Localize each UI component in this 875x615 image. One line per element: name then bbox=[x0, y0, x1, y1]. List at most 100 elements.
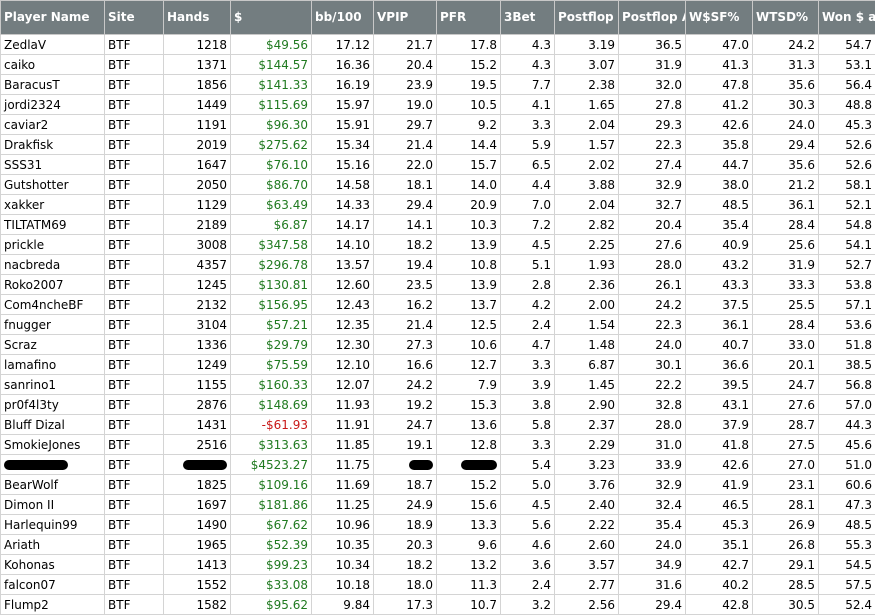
cell-wtsd-pct: 28.4 bbox=[753, 315, 819, 335]
cell-site: BTF bbox=[105, 515, 164, 535]
cell-pfr: 13.7 bbox=[437, 295, 501, 315]
table-row[interactable]: BaracusTBTF1856$141.3316.1923.919.57.72.… bbox=[1, 75, 875, 95]
table-row[interactable]: BearWolfBTF1825$109.1611.6918.715.25.03.… bbox=[1, 475, 875, 495]
table-row[interactable]: sanrino1BTF1155$160.3312.0724.27.93.91.4… bbox=[1, 375, 875, 395]
table-row[interactable]: prickleBTF3008$347.5814.1018.213.94.52.2… bbox=[1, 235, 875, 255]
column-header-postflop-agg[interactable]: Postflop Agg bbox=[555, 1, 619, 35]
cell-player-name: BaracusT bbox=[1, 75, 105, 95]
cell-postflop-agg: 6.87 bbox=[555, 355, 619, 375]
column-header-bb-per-100[interactable]: bb/100 bbox=[312, 1, 374, 35]
column-header-hands[interactable]: Hands bbox=[164, 1, 231, 35]
cell-postflop-agg-pct: 27.6 bbox=[619, 235, 686, 255]
cell-wtsd-pct: 30.3 bbox=[753, 95, 819, 115]
cell-postflop-agg-pct: 32.9 bbox=[619, 175, 686, 195]
table-row[interactable]: SSS31BTF1647$76.1015.1622.015.76.52.0227… bbox=[1, 155, 875, 175]
column-header-wtsd-pct[interactable]: WTSD% bbox=[753, 1, 819, 35]
cell-wsf-pct: 39.5 bbox=[686, 375, 753, 395]
cell-site: BTF bbox=[105, 215, 164, 235]
cell-won-at-sd: 53.1 bbox=[819, 55, 875, 75]
column-header-wsf-pct[interactable]: W$SF% bbox=[686, 1, 753, 35]
cell-wtsd-pct: 25.6 bbox=[753, 235, 819, 255]
cell-pfr: 11.3 bbox=[437, 575, 501, 595]
table-row[interactable]: caikoBTF1371$144.5716.3620.415.24.33.073… bbox=[1, 55, 875, 75]
table-row[interactable]: AriathBTF1965$52.3910.3520.39.64.62.6024… bbox=[1, 535, 875, 555]
table-row[interactable]: BTF$4523.2711.755.43.2333.942.627.051.0 bbox=[1, 455, 875, 475]
cell-hands: 2132 bbox=[164, 295, 231, 315]
cell-vpip: 24.9 bbox=[374, 495, 437, 515]
cell-hands: 1825 bbox=[164, 475, 231, 495]
cell-postflop-agg-pct: 32.9 bbox=[619, 475, 686, 495]
cell-pfr: 12.5 bbox=[437, 315, 501, 335]
cell-hands: 1191 bbox=[164, 115, 231, 135]
table-row[interactable]: jordi2324BTF1449$115.6915.9719.010.54.11… bbox=[1, 95, 875, 115]
cell-postflop-agg: 2.04 bbox=[555, 195, 619, 215]
table-row[interactable]: xakkerBTF1129$63.4914.3329.420.97.02.043… bbox=[1, 195, 875, 215]
table-row[interactable]: falcon07BTF1552$33.0810.1818.011.32.42.7… bbox=[1, 575, 875, 595]
column-header-3bet[interactable]: 3Bet bbox=[501, 1, 555, 35]
cell-vpip: 18.7 bbox=[374, 475, 437, 495]
table-row[interactable]: ZedlaVBTF1218$49.5617.1221.717.84.33.193… bbox=[1, 35, 875, 55]
cell-pfr: 13.3 bbox=[437, 515, 501, 535]
cell-wsf-pct: 40.9 bbox=[686, 235, 753, 255]
cell-postflop-agg: 2.25 bbox=[555, 235, 619, 255]
table-row[interactable]: pr0f4l3tyBTF2876$148.6911.9319.215.33.82… bbox=[1, 395, 875, 415]
table-row[interactable]: Harlequin99BTF1490$67.6210.9618.913.35.6… bbox=[1, 515, 875, 535]
cell-postflop-agg-pct: 22.3 bbox=[619, 315, 686, 335]
column-header-vpip[interactable]: VPIP bbox=[374, 1, 437, 35]
cell-postflop-agg-pct: 27.8 bbox=[619, 95, 686, 115]
cell-site: BTF bbox=[105, 555, 164, 575]
column-header-site[interactable]: Site bbox=[105, 1, 164, 35]
table-row[interactable]: DrakfiskBTF2019$275.6215.3421.414.45.91.… bbox=[1, 135, 875, 155]
cell-wtsd-pct: 35.6 bbox=[753, 155, 819, 175]
cell-wtsd-pct: 31.9 bbox=[753, 255, 819, 275]
cell-wsf-pct: 47.8 bbox=[686, 75, 753, 95]
cell-site: BTF bbox=[105, 135, 164, 155]
table-row[interactable]: Dimon IIBTF1697$181.8611.2524.915.64.52.… bbox=[1, 495, 875, 515]
table-row[interactable]: KohonasBTF1413$99.2310.3418.213.23.63.57… bbox=[1, 555, 875, 575]
cell-wtsd-pct: 20.1 bbox=[753, 355, 819, 375]
cell-dollars: $313.63 bbox=[231, 435, 312, 455]
cell-wsf-pct: 36.6 bbox=[686, 355, 753, 375]
table-row[interactable]: GutshotterBTF2050$86.7014.5818.114.04.43… bbox=[1, 175, 875, 195]
cell-won-at-sd: 45.3 bbox=[819, 115, 875, 135]
cell-bb-per-100: 11.85 bbox=[312, 435, 374, 455]
table-row[interactable]: Roko2007BTF1245$130.8112.6023.513.92.82.… bbox=[1, 275, 875, 295]
table-row[interactable]: Com4ncheBFBTF2132$156.9512.4316.213.74.2… bbox=[1, 295, 875, 315]
column-header-won-at-sd[interactable]: Won $ at SD bbox=[819, 1, 875, 35]
cell-vpip: 29.7 bbox=[374, 115, 437, 135]
column-header-dollars[interactable]: $ bbox=[231, 1, 312, 35]
cell-vpip: 23.9 bbox=[374, 75, 437, 95]
table-row[interactable]: Bluff DizalBTF1431-$61.9311.9124.713.65.… bbox=[1, 415, 875, 435]
cell-site: BTF bbox=[105, 175, 164, 195]
table-row[interactable]: nacbredaBTF4357$296.7813.5719.410.85.11.… bbox=[1, 255, 875, 275]
table-row[interactable]: caviar2BTF1191$96.3015.9129.79.23.32.042… bbox=[1, 115, 875, 135]
cell-hands: 1856 bbox=[164, 75, 231, 95]
cell-wtsd-pct: 33.3 bbox=[753, 275, 819, 295]
cell-vpip: 21.4 bbox=[374, 315, 437, 335]
cell-dollars: $76.10 bbox=[231, 155, 312, 175]
cell-dollars: $156.95 bbox=[231, 295, 312, 315]
column-header-postflop-agg-pct[interactable]: Postflop Agg% bbox=[619, 1, 686, 35]
cell-bb-per-100: 12.35 bbox=[312, 315, 374, 335]
redacted-mark bbox=[461, 460, 497, 470]
cell-postflop-agg-pct: 32.8 bbox=[619, 395, 686, 415]
table-row[interactable]: SmokieJonesBTF2516$313.6311.8519.112.83.… bbox=[1, 435, 875, 455]
cell-site: BTF bbox=[105, 195, 164, 215]
table-row[interactable]: TILTATM69BTF2189$6.8714.1714.110.37.22.8… bbox=[1, 215, 875, 235]
column-header-pfr[interactable]: PFR bbox=[437, 1, 501, 35]
cell-pfr: 10.6 bbox=[437, 335, 501, 355]
cell-hands: 2516 bbox=[164, 435, 231, 455]
cell-wsf-pct: 41.3 bbox=[686, 55, 753, 75]
cell-site: BTF bbox=[105, 275, 164, 295]
column-header-player-name[interactable]: Player Name bbox=[1, 1, 105, 35]
table-row[interactable]: fnuggerBTF3104$57.2112.3521.412.52.41.54… bbox=[1, 315, 875, 335]
cell-player-name: prickle bbox=[1, 235, 105, 255]
cell-site: BTF bbox=[105, 435, 164, 455]
cell-vpip: 18.0 bbox=[374, 575, 437, 595]
table-row[interactable]: lamafinoBTF1249$75.5912.1016.612.73.36.8… bbox=[1, 355, 875, 375]
cell-site: BTF bbox=[105, 455, 164, 475]
cell-hands: 1336 bbox=[164, 335, 231, 355]
cell-dollars: $67.62 bbox=[231, 515, 312, 535]
table-row[interactable]: ScrazBTF1336$29.7912.3027.310.64.71.4824… bbox=[1, 335, 875, 355]
cell-hands: 1552 bbox=[164, 575, 231, 595]
